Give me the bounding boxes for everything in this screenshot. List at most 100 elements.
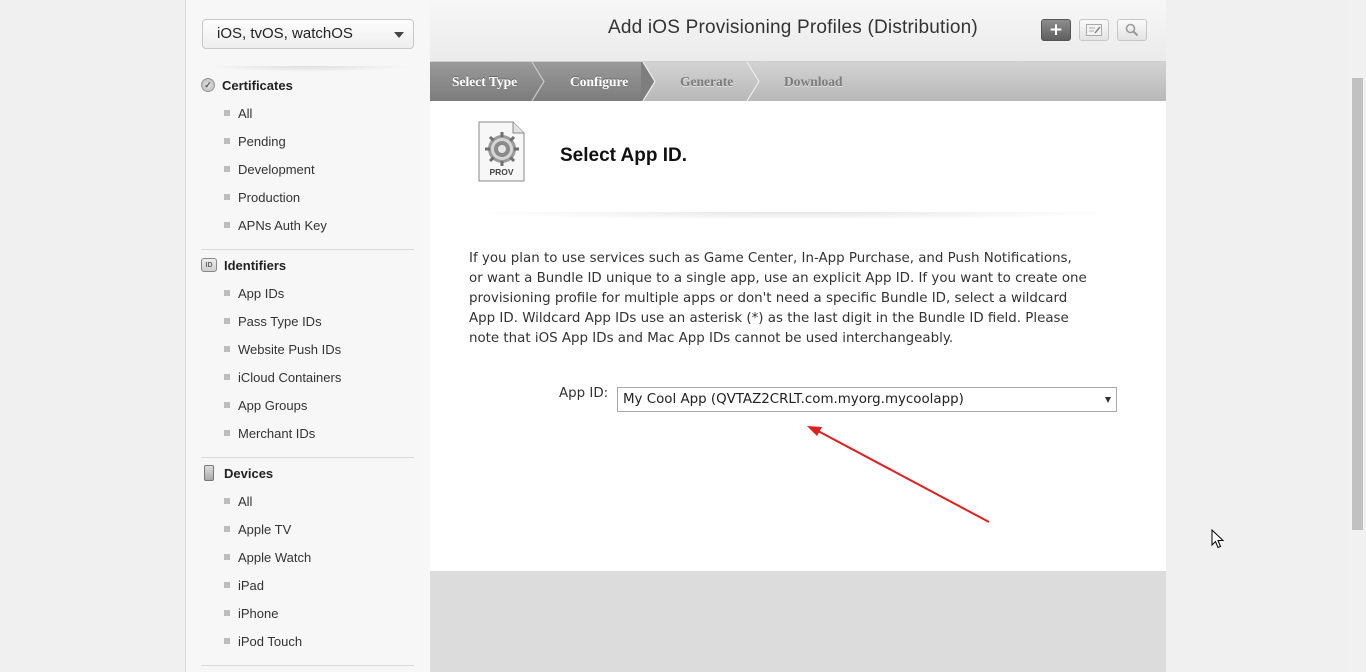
sidebar-item-website-push-ids[interactable]: Website Push IDs [224,339,341,359]
sidebar-item-certificates-all[interactable]: All [224,103,252,123]
bullet-icon [224,582,230,588]
bullet-icon [224,526,230,532]
device-icon [204,465,214,481]
sidebar-item-label: APNs Auth Key [238,217,327,233]
section-title-certificates: Certificates [222,77,293,93]
sidebar-item-label: iPad [238,577,265,593]
sidebar-item-label: Pass Type IDs [238,313,322,329]
step-generate: Generate [680,74,734,89]
bullet-icon [224,138,230,144]
provisioning-profile-icon: PROV [478,121,525,182]
main-panel: Add iOS Provisioning Profiles (Distribut… [430,0,1166,672]
content-divider [468,212,1124,220]
sidebar-item-iphone[interactable]: iPhone [224,603,278,623]
prov-icon-label: PROV [489,167,514,177]
page-container: iOS, tvOS, watchOS ✓ Certificates All Pe… [185,0,1166,672]
section-title-devices: Devices [224,465,274,481]
sidebar-item-app-ids[interactable]: App IDs [224,283,284,303]
section-divider [201,457,414,458]
sidebar-item-development[interactable]: Development [224,159,315,179]
info-paragraph: If you plan to use services such as Game… [469,251,1087,346]
bullet-icon [224,110,230,116]
bullet-icon [224,402,230,408]
step-progress: Select Type Configure Generate Download [430,62,1166,101]
bullet-icon [224,166,230,172]
sidebar-divider [204,66,414,72]
step-chevron [531,62,545,101]
sidebar-item-label: iCloud Containers [238,369,342,385]
bullet-icon [224,222,230,228]
app-id-select[interactable]: My Cool App (QVTAZ2CRLT.com.myorg.mycool… [617,387,1117,412]
step-chevron [641,62,656,101]
section-identifiers: ID Identifiers [201,255,286,275]
sidebar-item-label: iPod Touch [238,633,303,649]
page-scrollbar[interactable] [1349,0,1366,672]
certificate-icon: ✓ [201,78,215,92]
bullet-icon [224,430,230,436]
search-icon [1125,23,1139,37]
sidebar-item-app-groups[interactable]: App Groups [224,395,307,415]
section-divider [201,249,414,250]
bullet-icon [224,290,230,296]
step-configure: Configure [570,74,629,89]
sidebar-item-label: App IDs [238,285,285,301]
sidebar-item-apple-tv[interactable]: Apple TV [224,519,291,539]
chevron-down-icon [394,32,404,38]
sidebar-item-label: Pending [238,133,286,149]
step-chevron [746,62,760,101]
scrollbar-thumb[interactable] [1352,78,1363,530]
section-title-identifiers: Identifiers [224,257,287,273]
bullet-icon [224,610,230,616]
mouse-cursor-icon [1211,529,1225,549]
edit-icon [1086,24,1102,36]
app-id-label: App ID: [559,386,609,401]
id-icon: ID [201,258,217,272]
bullet-icon [224,346,230,352]
sidebar-item-label: Production [238,189,301,205]
dropdown-arrow-icon [1105,397,1111,403]
platform-select[interactable]: iOS, tvOS, watchOS [202,19,414,49]
bullet-icon [224,318,230,324]
sidebar-item-apns-auth-key[interactable]: APNs Auth Key [224,215,327,235]
section-divider [201,665,414,666]
plus-icon: + [1048,20,1064,40]
bullet-icon [224,374,230,380]
sidebar-item-label: Apple TV [238,521,292,537]
sidebar-item-production[interactable]: Production [224,187,300,207]
sidebar-item-label: Apple Watch [238,549,312,565]
edit-button[interactable] [1079,19,1109,41]
sidebar-item-ipad[interactable]: iPad [224,575,264,595]
bullet-icon [224,498,230,504]
sidebar-item-icloud-containers[interactable]: iCloud Containers [224,367,341,387]
sidebar-item-label: Merchant IDs [238,425,316,441]
sidebar: iOS, tvOS, watchOS ✓ Certificates All Pe… [185,0,431,672]
sidebar-item-pass-type-ids[interactable]: Pass Type IDs [224,311,322,331]
platform-select-value: iOS, tvOS, watchOS [217,25,353,42]
sidebar-item-label: iPhone [238,605,279,621]
bullet-icon [224,554,230,560]
app-id-select-value: My Cool App (QVTAZ2CRLT.com.myorg.mycool… [623,392,964,407]
step-download: Download [784,74,843,89]
add-button[interactable]: + [1041,19,1071,41]
sidebar-item-apple-watch[interactable]: Apple Watch [224,547,311,567]
page-title: Add iOS Provisioning Profiles (Distribut… [608,17,978,38]
section-title: Select App ID. [560,145,688,166]
header: Add iOS Provisioning Profiles (Distribut… [430,0,1166,62]
section-certificates: ✓ Certificates [201,75,293,95]
sidebar-item-label: All [238,493,253,509]
sidebar-item-label: All [238,105,253,121]
footer-area [430,571,1166,672]
search-button[interactable] [1117,19,1147,41]
section-devices: Devices [201,463,273,483]
step-select-type: Select Type [452,74,518,89]
sidebar-item-ipod-touch[interactable]: iPod Touch [224,631,302,651]
sidebar-item-label: Website Push IDs [238,341,342,357]
bullet-icon [224,638,230,644]
sidebar-item-devices-all[interactable]: All [224,491,252,511]
sidebar-item-label: Development [238,161,315,177]
sidebar-item-label: App Groups [238,397,308,413]
content-panel: PROV Select App ID. If you plan to use s… [430,101,1166,571]
bullet-icon [224,194,230,200]
sidebar-item-pending[interactable]: Pending [224,131,286,151]
sidebar-item-merchant-ids[interactable]: Merchant IDs [224,423,315,443]
